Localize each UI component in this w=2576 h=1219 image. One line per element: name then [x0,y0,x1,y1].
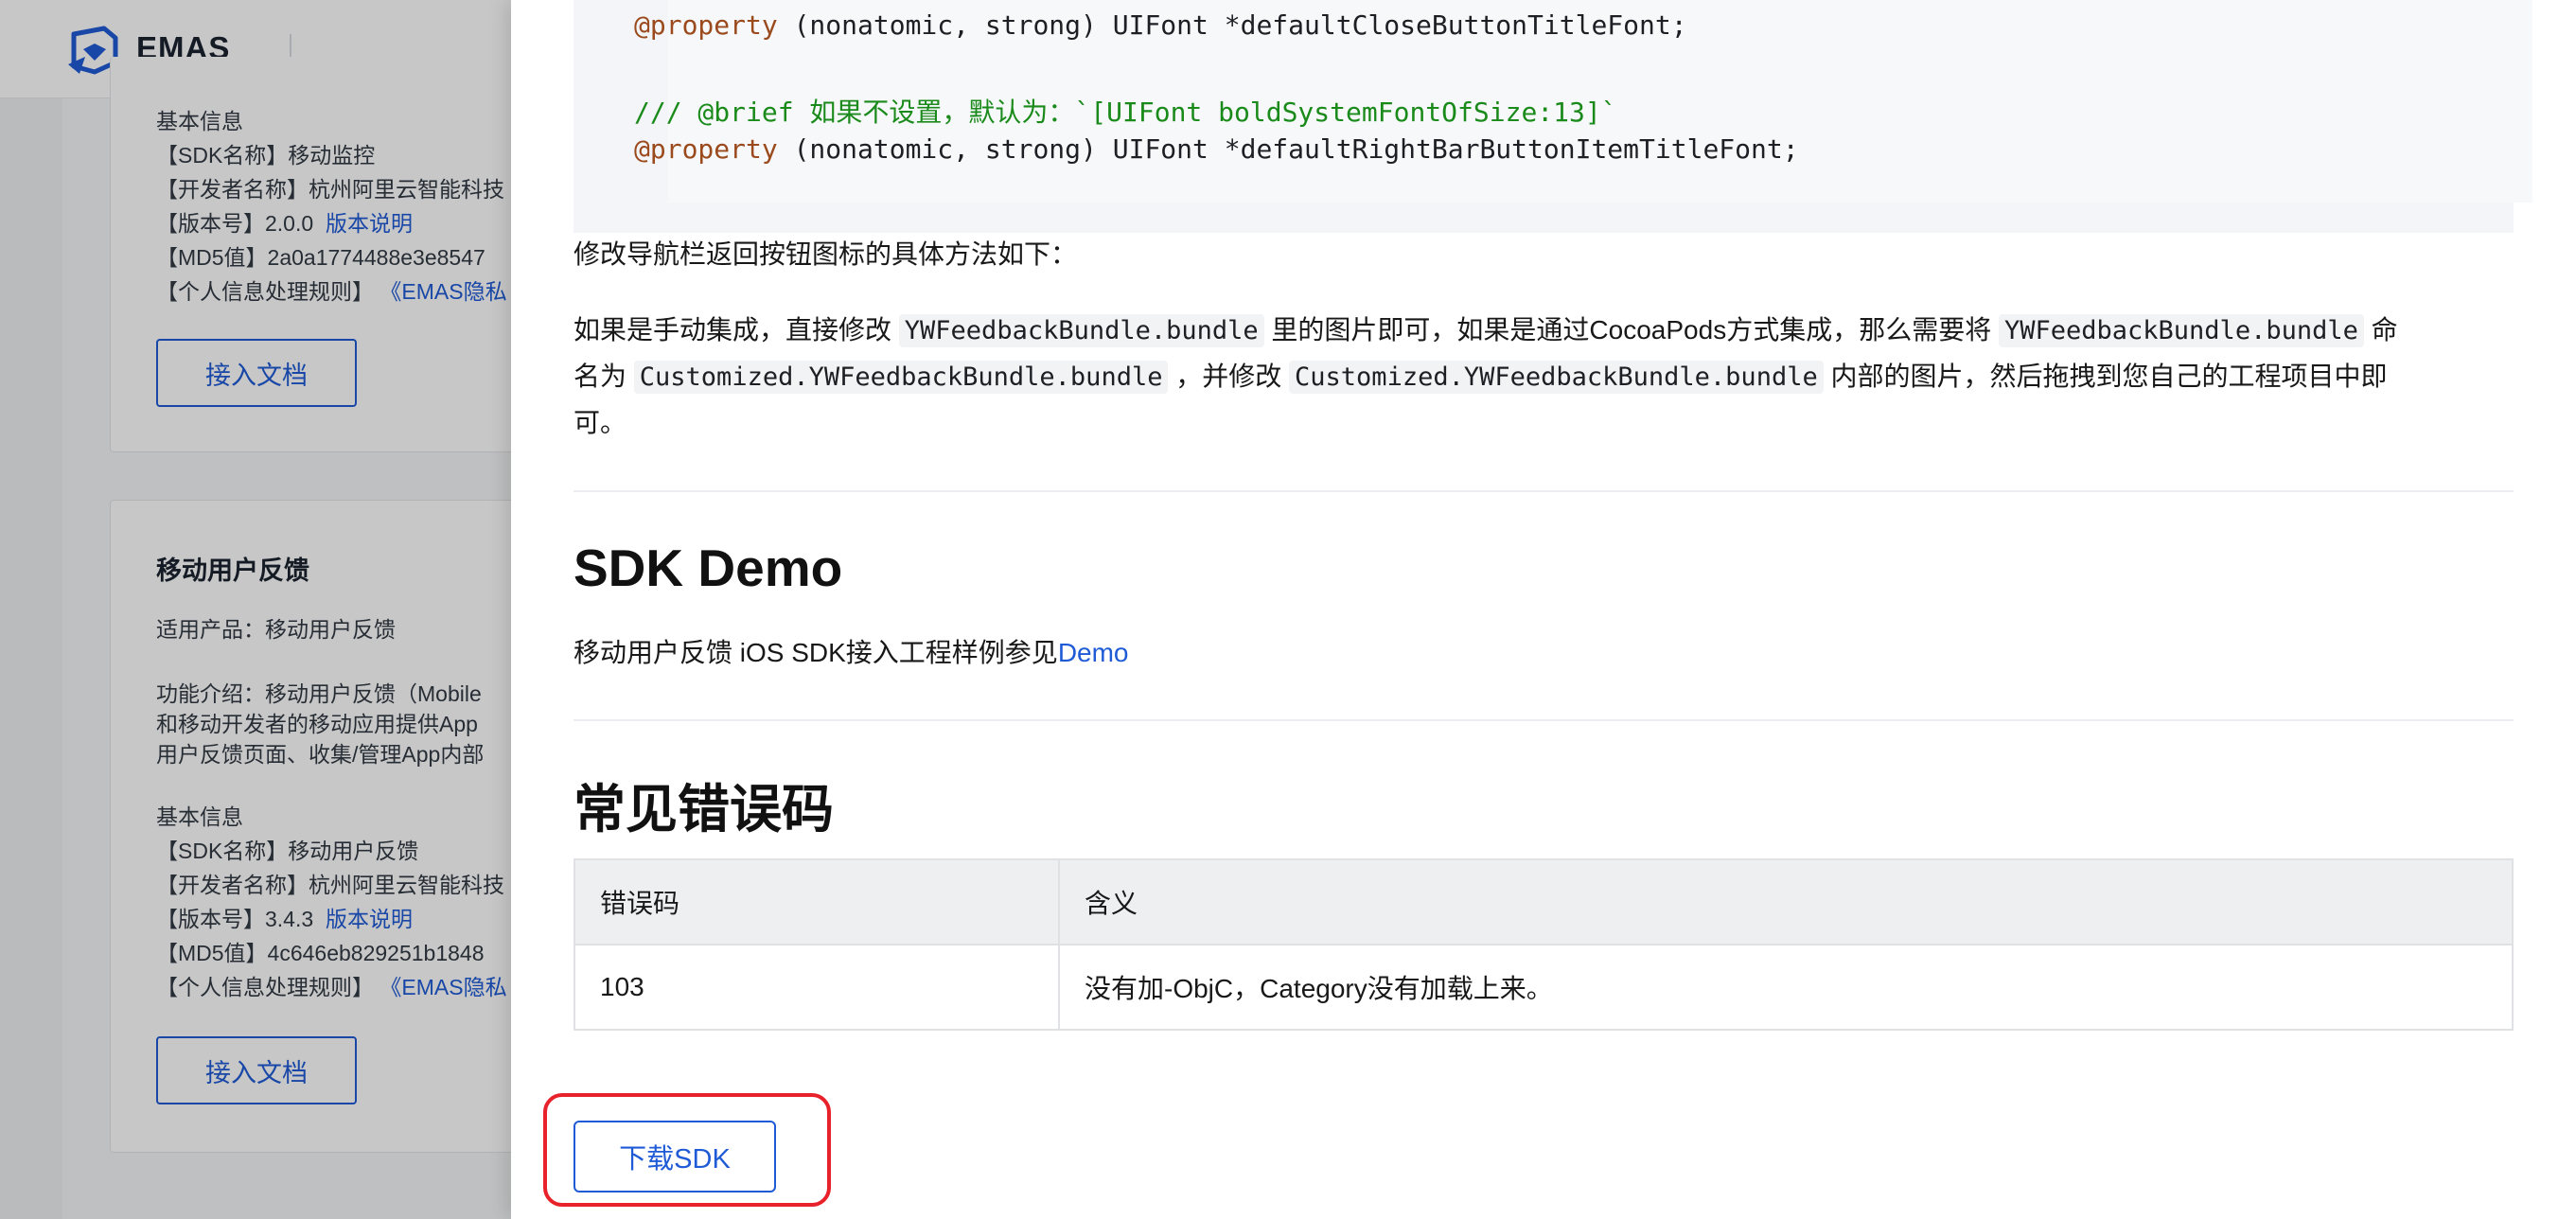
demo-link[interactable]: Demo [1058,638,1129,667]
divider [573,490,2514,492]
error-code-table: 错误码 含义 103 没有加-ObjC，Category没有加载上来。 [573,858,2514,1031]
code-line: @property (nonatomic, strong) UIFont *de… [634,9,1687,41]
code-comment: /// @brief 如果不设置，默认为：`[UIFont boldSystem… [634,97,1617,128]
inline-code: YWFeedbackBundle.bundle [898,314,1264,347]
table-row: 103 没有加-ObjC，Category没有加载上来。 [573,944,2514,1031]
paragraph: 可。 [573,408,627,437]
inline-code: YWFeedbackBundle.bundle [1998,314,2364,347]
heading-error-codes: 常见错误码 [573,780,835,839]
download-sdk-button[interactable]: 下载SDK [573,1121,776,1192]
table-cell: 没有加-ObjC，Category没有加载上来。 [1058,944,2514,1031]
paragraph: 移动用户反馈 iOS SDK接入工程样例参见Demo [573,638,1129,667]
divider [573,719,2514,721]
column-header: 含义 [1058,858,2514,945]
code-line: @property (nonatomic, strong) UIFont *de… [634,133,1799,165]
inline-code: Customized.YWFeedbackBundle.bundle [633,361,1169,394]
column-header: 错误码 [573,858,1060,945]
inline-code: Customized.YWFeedbackBundle.bundle [1289,361,1824,394]
table-header-row: 错误码 含义 [573,858,2514,945]
sdk-doc-drawer: @property (nonatomic, strong) UIFont *de… [511,0,2576,1219]
paragraph: 修改导航栏返回按钮图标的具体方法如下： [573,239,1078,269]
table-cell: 103 [573,944,1060,1031]
paragraph: 如果是手动集成，直接修改 YWFeedbackBundle.bundle 里的图… [573,314,2398,347]
heading-sdk-demo: SDK Demo [573,539,843,597]
modal-overlay[interactable] [0,0,511,1219]
paragraph: 名为 Customized.YWFeedbackBundle.bundle ，并… [573,361,2388,394]
